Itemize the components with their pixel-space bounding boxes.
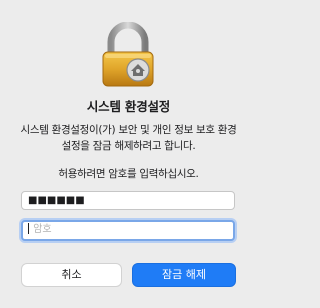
username-field[interactable]: ■■■■■■ (21, 191, 235, 210)
dialog-prompt: 허용하려면 암호를 입력하십시오. (58, 168, 199, 180)
text-caret (28, 223, 29, 234)
password-placeholder: 암호 (33, 224, 52, 235)
dialog-title: 시스템 환경설정 (86, 99, 171, 114)
auth-dialog: 시스템 환경설정 시스템 환경설정이(가) 보안 및 개인 정보 보호 환경설정… (0, 0, 257, 308)
cancel-button[interactable]: 취소 (21, 263, 122, 287)
username-value: ■■■■■■ (28, 195, 85, 206)
dialog-message: 시스템 환경설정이(가) 보안 및 개인 정보 보호 환경설정을 잠금 해제하려… (20, 124, 237, 152)
unlock-button[interactable]: 잠금 해제 (132, 263, 236, 287)
lock-icon (95, 21, 161, 88)
password-field[interactable]: 암호 (21, 220, 235, 241)
